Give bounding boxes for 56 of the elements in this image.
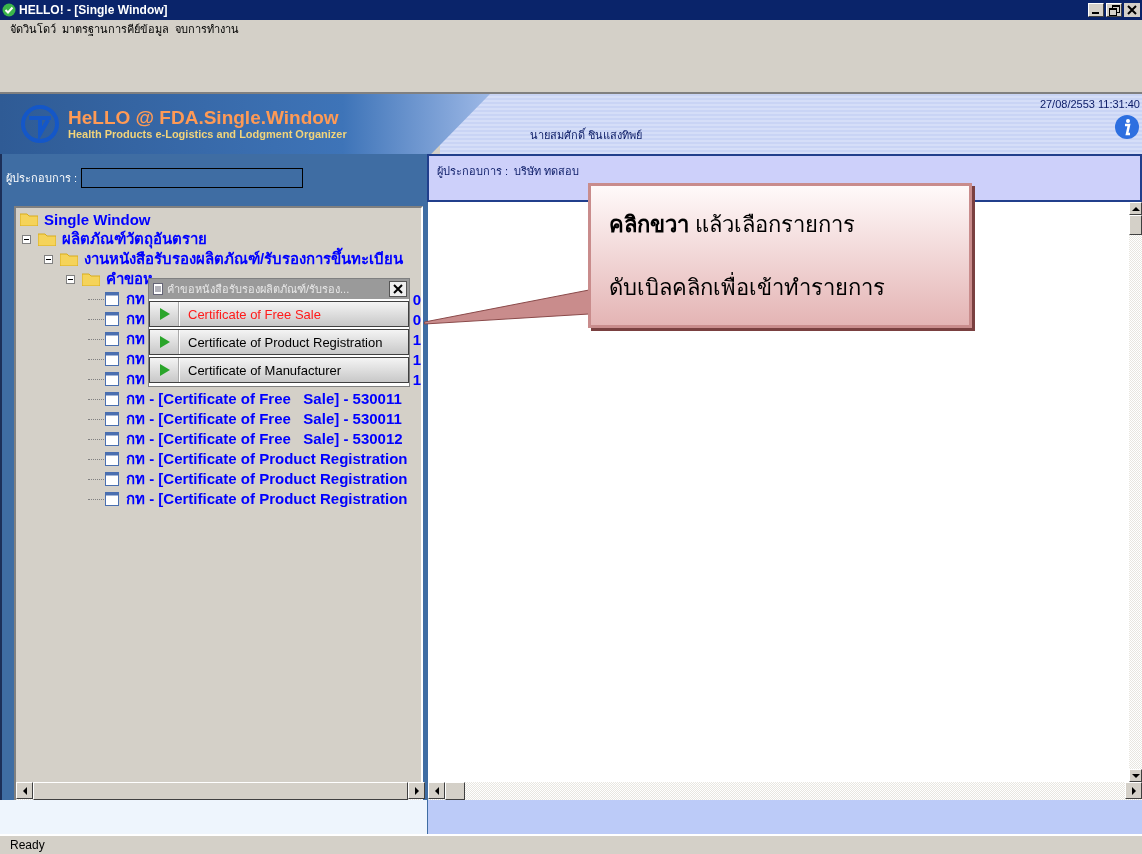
tree-item-end: 1: [412, 350, 421, 368]
operator-label: ผู้ประกอบการ :: [6, 171, 78, 187]
play-icon: [160, 336, 170, 348]
window-icon: [105, 432, 119, 446]
close-button[interactable]: [389, 281, 407, 297]
window-icon: [105, 392, 119, 406]
logo-subtitle: Health Products e-Logistics and Lodgment Organizer: [68, 128, 347, 140]
window-icon: [105, 492, 119, 506]
play-icon: [160, 364, 170, 376]
callout-text: ดับเบิลคลิกเพื่อเข้าทำรายการ: [609, 271, 886, 302]
info-icon[interactable]: [1114, 114, 1140, 140]
logo-title: HeLLO @ FDA.Single.Window: [68, 108, 340, 128]
window-icon: [105, 352, 119, 366]
vertical-scrollbar[interactable]: [1129, 202, 1142, 782]
tree-item-end: 1: [412, 330, 421, 348]
tree-item-end: 0: [412, 310, 421, 328]
collapse-icon[interactable]: [22, 234, 31, 244]
check-circle-icon: [2, 3, 16, 17]
window-icon: [105, 472, 119, 486]
close-button[interactable]: [1124, 3, 1140, 17]
menu-item[interactable]: จบการทำงาน: [175, 20, 239, 38]
status-text: Ready: [10, 838, 45, 852]
fda-logo-icon: [20, 104, 60, 144]
menu-item[interactable]: Certificate of Manufacturer: [149, 357, 409, 383]
window-icon: [105, 332, 119, 346]
folder-icon: [20, 212, 38, 226]
window-icon: [105, 412, 119, 426]
menu-item[interactable]: Certificate of Free Sale: [149, 301, 409, 327]
callout-text: คลิกขวา แล้วเลือกรายการ: [609, 210, 856, 239]
window-icon: [105, 292, 119, 306]
folder-icon: [82, 272, 100, 286]
popup-title: คำขอหนังสือรับรองผลิตภัณฑ์/รับรอง...: [167, 282, 351, 297]
user-name: นายสมศักดิ์ ชินแสงทิพย์: [530, 126, 643, 143]
restore-button[interactable]: [1106, 3, 1122, 17]
minimize-button[interactable]: [1088, 3, 1104, 17]
operator-name: บริษัท ทดสอบ: [514, 164, 580, 179]
menu-item[interactable]: Certificate of Product Registration: [149, 329, 409, 355]
operator-input[interactable]: [81, 168, 304, 188]
tree-item-end: 0: [412, 290, 421, 308]
folder-icon: [38, 232, 56, 246]
folder-icon: [60, 252, 78, 266]
tree-item[interactable]: Single Window: [44, 210, 151, 228]
window-icon: [105, 372, 119, 386]
collapse-icon[interactable]: [66, 274, 75, 284]
menu-item[interactable]: มาตรฐานการคีย์ข้อมูล: [62, 20, 169, 38]
menu-item[interactable]: จัดวินโดว์: [10, 20, 56, 38]
window-title: HELLO! - [Single Window]: [19, 3, 169, 17]
operator-label: ผู้ประกอบการ :: [437, 164, 509, 180]
datetime: 27/08/2553 11:31:40: [1039, 98, 1140, 110]
horizontal-scrollbar[interactable]: [428, 782, 1142, 800]
window-icon: [105, 312, 119, 326]
window-icon: [105, 452, 119, 466]
play-icon: [160, 308, 170, 320]
list-icon: [153, 283, 163, 295]
collapse-icon[interactable]: [44, 254, 53, 264]
tree-item-end: 1: [412, 370, 421, 388]
